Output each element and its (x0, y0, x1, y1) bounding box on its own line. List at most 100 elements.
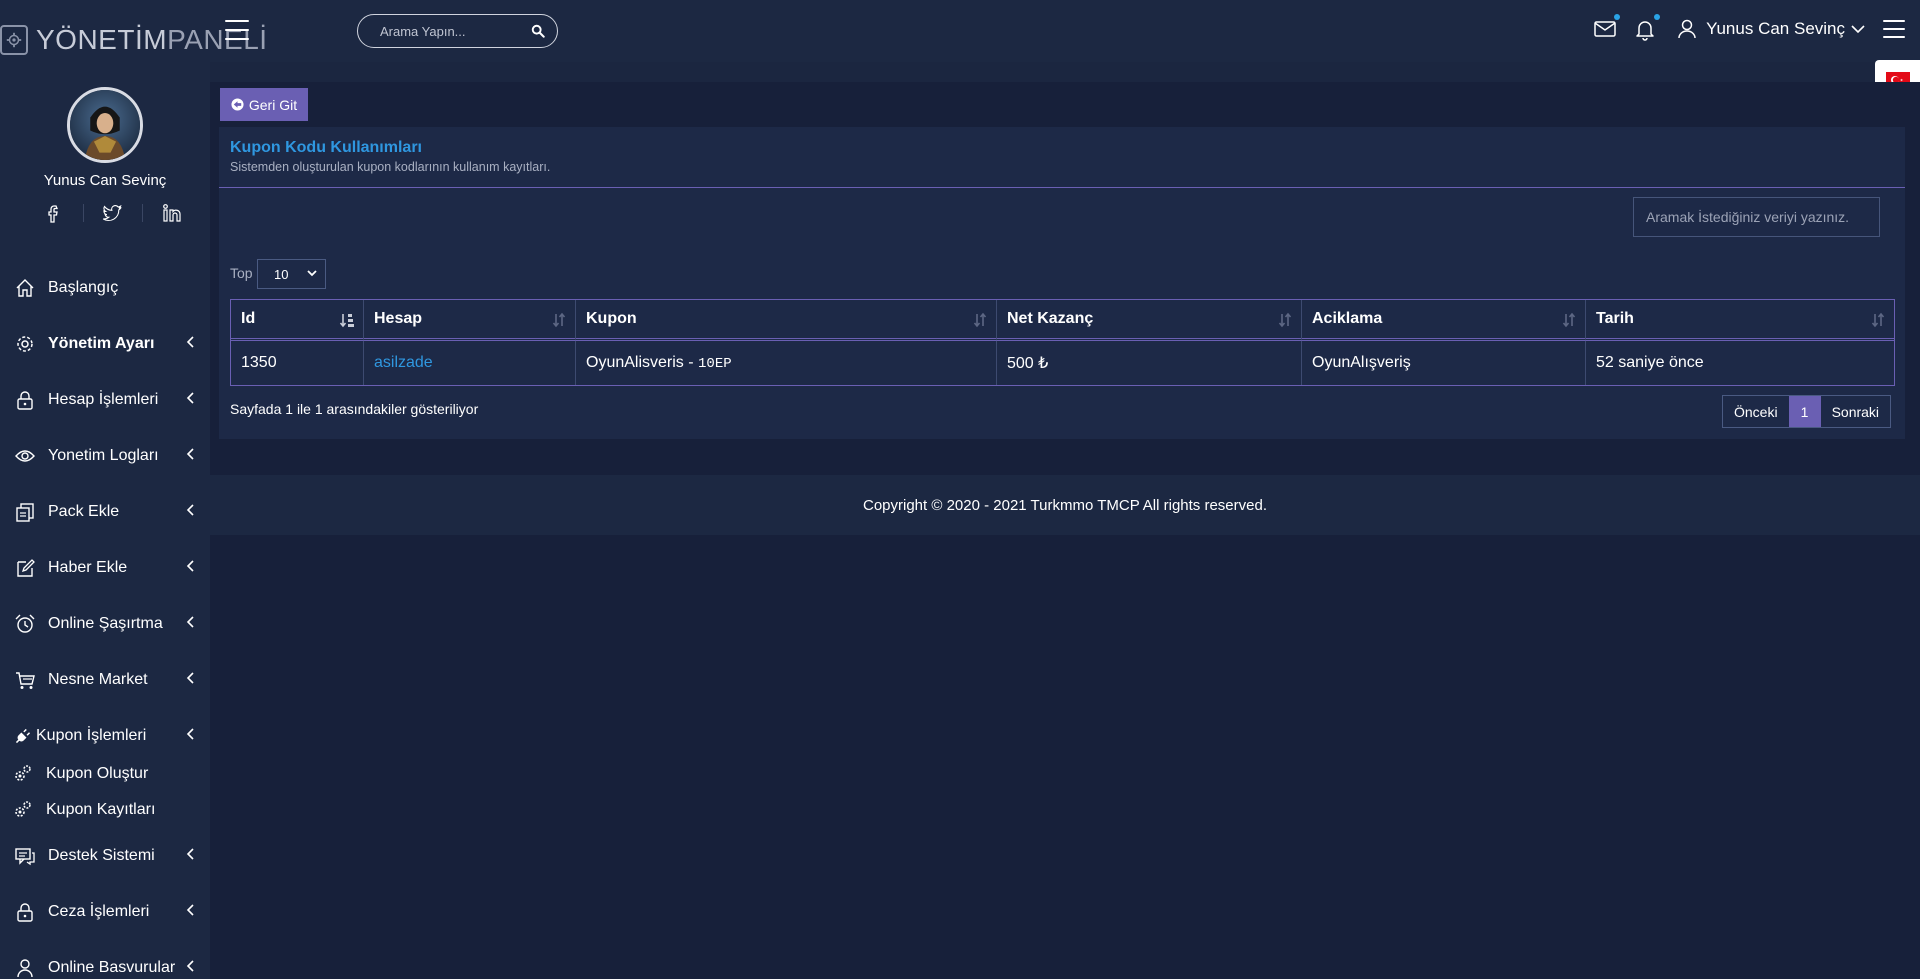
sort-asc-icon (339, 314, 354, 328)
sidebar-item-destek-sistemi[interactable]: Destek Sistemi (0, 828, 210, 884)
chevron-left-icon (186, 560, 194, 572)
eye-icon (15, 450, 35, 462)
column-header-id[interactable]: Id (231, 300, 364, 341)
user-menu[interactable]: Yunus Can Sevinç (1676, 18, 1865, 40)
back-button[interactable]: Geri Git (220, 88, 308, 121)
sidebar-item-kupon-islemleri[interactable]: Kupon İşlemleri (0, 708, 210, 764)
page-size-select[interactable]: 10 (257, 259, 326, 289)
sidebar-subitem-kupon-kayitlari[interactable]: Kupon Kayıtları (0, 792, 210, 828)
sidebar: Yunus Can Sevinç Başlangıç Yönetim Ayarı… (0, 62, 210, 979)
mail-icon[interactable] (1592, 14, 1621, 42)
sidebar-menu: Başlangıç Yönetim Ayarı Hesap İşlemleri … (0, 260, 210, 979)
copyright-text: Copyright © 2020 - 2021 Turkmmo TMCP All… (863, 496, 1267, 514)
alarm-clock-icon (15, 614, 35, 633)
top-bar: YÖNETİMPANELİ Yunus Can Sevinç (0, 0, 1920, 62)
chevron-left-icon (186, 728, 194, 740)
table-row: 1350 asilzade OyunAlisveris - 10EP 500 ₺… (231, 341, 1894, 385)
table-search-input[interactable] (1633, 197, 1880, 237)
chevron-left-icon (186, 504, 194, 516)
avatar[interactable] (67, 87, 143, 163)
page-subtitle: Sistemden oluşturulan kupon kodlarının k… (230, 160, 551, 174)
top-search (357, 14, 558, 48)
chevron-left-icon (186, 848, 194, 860)
page-title: Kupon Kodu Kullanımları (230, 139, 422, 156)
chevron-down-icon (1851, 25, 1865, 34)
page-1-button[interactable]: 1 (1788, 396, 1821, 427)
sidebar-toggle-button[interactable] (225, 20, 249, 40)
lock-icon (17, 903, 33, 922)
plug-icon (15, 728, 31, 744)
sidebar-item-yonetim-loglari[interactable]: Yonetim Logları (0, 428, 210, 484)
top-search-input[interactable] (380, 23, 531, 39)
chevron-left-icon (186, 392, 194, 404)
chevron-left-icon (186, 960, 194, 972)
social-links (43, 202, 183, 224)
top-right-actions: Yunus Can Sevinç (1592, 14, 1920, 44)
gears-icon (15, 765, 31, 781)
edit-icon (17, 559, 35, 577)
sidebar-item-ceza-islemleri[interactable]: Ceza İşlemleri (0, 884, 210, 940)
social-divider (83, 204, 84, 222)
social-divider (142, 204, 143, 222)
mail-notification-dot (1614, 14, 1621, 20)
pagination: Önceki 1 Sonraki (1722, 395, 1892, 428)
account-link[interactable]: asilzade (374, 354, 433, 371)
cell-id: 1350 (231, 341, 364, 385)
bell-icon[interactable] (1632, 14, 1661, 42)
coupon-usage-card: Kupon Kodu Kullanımları Sistemden oluştu… (219, 127, 1905, 439)
sort-icon (1278, 312, 1292, 328)
cell-kupon: OyunAlisveris - 10EP (576, 341, 997, 385)
next-page-button[interactable]: Sonraki (1820, 396, 1891, 427)
gear-icon (17, 336, 33, 352)
cart-icon (16, 672, 35, 689)
cell-tarih: 52 saniye önce (1596, 354, 1704, 371)
cell-aciklama: OyunAlışveriş (1302, 341, 1586, 385)
sidebar-item-pack-ekle[interactable]: Pack Ekle (0, 484, 210, 540)
column-header-hesap[interactable]: Hesap (364, 300, 576, 341)
chevron-left-icon (186, 904, 194, 916)
menu-toggle-button[interactable] (1883, 20, 1905, 38)
sidebar-user-name: Yunus Can Sevinç (43, 172, 167, 189)
sidebar-item-haber-ekle[interactable]: Haber Ekle (0, 540, 210, 596)
cell-hesap: asilzade (364, 341, 576, 385)
facebook-icon[interactable] (43, 202, 65, 224)
sidebar-item-online-sasirtma[interactable]: Online Şaşırtma (0, 596, 210, 652)
lock-icon (17, 391, 33, 410)
column-header-kupon[interactable]: Kupon (576, 300, 997, 341)
bell-notification-dot (1654, 14, 1661, 20)
sort-icon (973, 312, 987, 328)
chevron-left-icon (186, 448, 194, 460)
page-size-label: Top (230, 265, 253, 281)
twitter-icon[interactable] (102, 202, 124, 224)
sort-icon (552, 312, 566, 328)
column-header-net-kazanc[interactable]: Net Kazanç (997, 300, 1302, 341)
person-icon (17, 959, 33, 978)
chat-icon (15, 848, 35, 866)
chevron-left-icon (186, 336, 194, 348)
user-name: Yunus Can Sevinç (1706, 19, 1845, 38)
chevron-left-icon (186, 672, 194, 684)
linkedin-icon[interactable] (161, 202, 183, 224)
sidebar-item-yonetim-ayari[interactable]: Yönetim Ayarı (0, 316, 210, 372)
copy-icon (16, 503, 34, 522)
table-header-row: Id Hesap Kupon Net Kazanç Aciklama Tarih (231, 300, 1894, 341)
chevron-down-icon (307, 270, 317, 277)
sidebar-item-nesne-market[interactable]: Nesne Market (0, 652, 210, 708)
coupon-usage-table: Id Hesap Kupon Net Kazanç Aciklama Tarih… (230, 299, 1895, 386)
footer: Copyright © 2020 - 2021 Turkmmo TMCP All… (210, 475, 1920, 535)
prev-page-button[interactable]: Önceki (1723, 396, 1789, 427)
column-header-aciklama[interactable]: Aciklama (1302, 300, 1586, 341)
pagination-info: Sayfada 1 ile 1 arasındakiler gösteriliy… (230, 401, 479, 417)
cell-net-kazanc: 500 ₺ (997, 341, 1302, 385)
sidebar-item-hesap-islemleri[interactable]: Hesap İşlemleri (0, 372, 210, 428)
user-icon (1678, 19, 1696, 39)
search-icon[interactable] (531, 24, 545, 38)
gears-icon (15, 801, 31, 817)
sidebar-item-online-basvurular[interactable]: Online Basvurular (0, 940, 210, 979)
home-icon (16, 279, 34, 297)
column-header-tarih[interactable]: Tarih (1586, 300, 1894, 341)
sort-icon (1562, 312, 1576, 328)
sidebar-item-baslangic[interactable]: Başlangıç (0, 260, 210, 316)
card-header: Kupon Kodu Kullanımları Sistemden oluştu… (219, 127, 1905, 188)
coupon-code: 10EP (698, 356, 732, 372)
